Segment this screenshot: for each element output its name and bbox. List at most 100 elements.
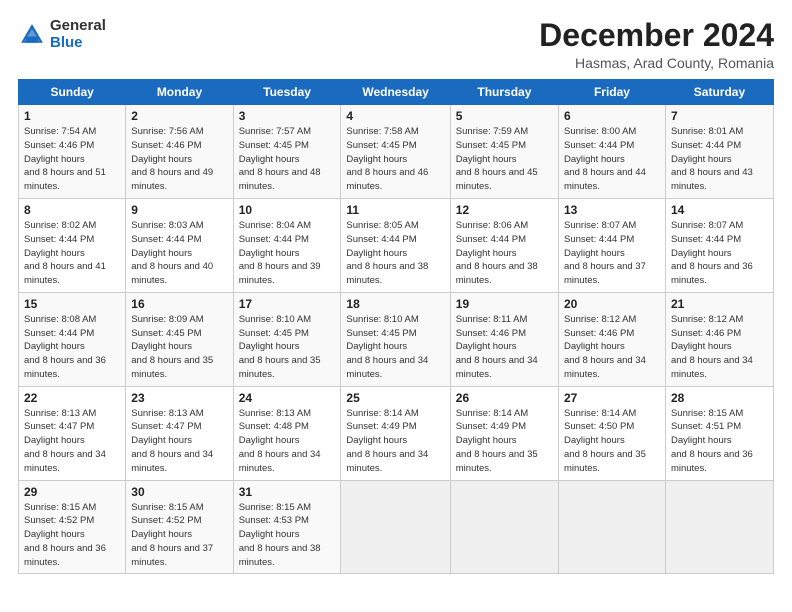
day-number: 14 [671,203,768,217]
calendar-cell: 1 Sunrise: 7:54 AMSunset: 4:46 PMDayligh… [19,105,126,199]
day-number: 20 [564,297,660,311]
logo-icon [18,21,46,49]
day-number: 27 [564,391,660,405]
col-header-wednesday: Wednesday [341,80,450,105]
calendar-cell: 17 Sunrise: 8:10 AMSunset: 4:45 PMDaylig… [233,292,341,386]
day-number: 4 [346,109,444,123]
day-number: 16 [131,297,227,311]
col-header-monday: Monday [126,80,233,105]
header: General Blue December 2024 Hasmas, Arad … [18,18,774,71]
day-detail: Sunrise: 8:01 AMSunset: 4:44 PMDaylight … [671,126,753,192]
day-number: 7 [671,109,768,123]
calendar-table: SundayMondayTuesdayWednesdayThursdayFrid… [18,79,774,574]
calendar-cell: 3 Sunrise: 7:57 AMSunset: 4:45 PMDayligh… [233,105,341,199]
calendar-subtitle: Hasmas, Arad County, Romania [539,55,774,71]
day-detail: Sunrise: 8:08 AMSunset: 4:44 PMDaylight … [24,314,106,380]
day-number: 18 [346,297,444,311]
col-header-friday: Friday [559,80,666,105]
day-detail: Sunrise: 8:07 AMSunset: 4:44 PMDaylight … [671,220,753,286]
calendar-cell: 10 Sunrise: 8:04 AMSunset: 4:44 PMDaylig… [233,199,341,293]
calendar-cell: 15 Sunrise: 8:08 AMSunset: 4:44 PMDaylig… [19,292,126,386]
calendar-week-row: 1 Sunrise: 7:54 AMSunset: 4:46 PMDayligh… [19,105,774,199]
logo-general-text: General [50,18,106,35]
day-detail: Sunrise: 8:13 AMSunset: 4:48 PMDaylight … [239,408,321,474]
calendar-cell: 12 Sunrise: 8:06 AMSunset: 4:44 PMDaylig… [450,199,558,293]
calendar-cell: 25 Sunrise: 8:14 AMSunset: 4:49 PMDaylig… [341,386,450,480]
day-number: 1 [24,109,120,123]
day-number: 31 [239,485,336,499]
day-number: 10 [239,203,336,217]
day-detail: Sunrise: 8:06 AMSunset: 4:44 PMDaylight … [456,220,538,286]
col-header-thursday: Thursday [450,80,558,105]
calendar-cell: 19 Sunrise: 8:11 AMSunset: 4:46 PMDaylig… [450,292,558,386]
logo-blue-text: Blue [50,35,106,52]
calendar-cell: 7 Sunrise: 8:01 AMSunset: 4:44 PMDayligh… [665,105,773,199]
calendar-cell: 14 Sunrise: 8:07 AMSunset: 4:44 PMDaylig… [665,199,773,293]
day-number: 28 [671,391,768,405]
day-detail: Sunrise: 8:14 AMSunset: 4:49 PMDaylight … [456,408,538,474]
day-detail: Sunrise: 8:07 AMSunset: 4:44 PMDaylight … [564,220,646,286]
calendar-cell: 11 Sunrise: 8:05 AMSunset: 4:44 PMDaylig… [341,199,450,293]
calendar-cell: 27 Sunrise: 8:14 AMSunset: 4:50 PMDaylig… [559,386,666,480]
day-detail: Sunrise: 7:54 AMSunset: 4:46 PMDaylight … [24,126,106,192]
calendar-cell: 23 Sunrise: 8:13 AMSunset: 4:47 PMDaylig… [126,386,233,480]
day-number: 2 [131,109,227,123]
day-detail: Sunrise: 8:04 AMSunset: 4:44 PMDaylight … [239,220,321,286]
col-header-sunday: Sunday [19,80,126,105]
day-detail: Sunrise: 8:15 AMSunset: 4:53 PMDaylight … [239,502,321,568]
day-detail: Sunrise: 8:13 AMSunset: 4:47 PMDaylight … [24,408,106,474]
calendar-cell: 13 Sunrise: 8:07 AMSunset: 4:44 PMDaylig… [559,199,666,293]
calendar-cell: 2 Sunrise: 7:56 AMSunset: 4:46 PMDayligh… [126,105,233,199]
day-detail: Sunrise: 8:10 AMSunset: 4:45 PMDaylight … [239,314,321,380]
calendar-header-row: SundayMondayTuesdayWednesdayThursdayFrid… [19,80,774,105]
calendar-cell [559,480,666,574]
calendar-week-row: 29 Sunrise: 8:15 AMSunset: 4:52 PMDaylig… [19,480,774,574]
day-number: 23 [131,391,227,405]
day-number: 8 [24,203,120,217]
logo: General Blue [18,18,106,51]
day-number: 25 [346,391,444,405]
day-number: 30 [131,485,227,499]
day-detail: Sunrise: 8:14 AMSunset: 4:49 PMDaylight … [346,408,428,474]
calendar-cell: 29 Sunrise: 8:15 AMSunset: 4:52 PMDaylig… [19,480,126,574]
title-block: December 2024 Hasmas, Arad County, Roman… [539,18,774,71]
calendar-cell: 26 Sunrise: 8:14 AMSunset: 4:49 PMDaylig… [450,386,558,480]
day-detail: Sunrise: 8:12 AMSunset: 4:46 PMDaylight … [564,314,646,380]
logo-text: General Blue [50,18,106,51]
day-detail: Sunrise: 8:02 AMSunset: 4:44 PMDaylight … [24,220,106,286]
day-number: 6 [564,109,660,123]
day-number: 21 [671,297,768,311]
calendar-cell: 6 Sunrise: 8:00 AMSunset: 4:44 PMDayligh… [559,105,666,199]
calendar-week-row: 15 Sunrise: 8:08 AMSunset: 4:44 PMDaylig… [19,292,774,386]
calendar-cell [341,480,450,574]
calendar-cell [450,480,558,574]
day-number: 13 [564,203,660,217]
day-detail: Sunrise: 8:12 AMSunset: 4:46 PMDaylight … [671,314,753,380]
day-number: 5 [456,109,553,123]
day-detail: Sunrise: 8:15 AMSunset: 4:52 PMDaylight … [131,502,213,568]
day-detail: Sunrise: 8:00 AMSunset: 4:44 PMDaylight … [564,126,646,192]
day-detail: Sunrise: 8:15 AMSunset: 4:51 PMDaylight … [671,408,753,474]
day-detail: Sunrise: 8:09 AMSunset: 4:45 PMDaylight … [131,314,213,380]
page: General Blue December 2024 Hasmas, Arad … [0,0,792,612]
calendar-cell: 21 Sunrise: 8:12 AMSunset: 4:46 PMDaylig… [665,292,773,386]
day-detail: Sunrise: 7:59 AMSunset: 4:45 PMDaylight … [456,126,538,192]
day-detail: Sunrise: 7:57 AMSunset: 4:45 PMDaylight … [239,126,321,192]
calendar-cell: 4 Sunrise: 7:58 AMSunset: 4:45 PMDayligh… [341,105,450,199]
calendar-cell: 18 Sunrise: 8:10 AMSunset: 4:45 PMDaylig… [341,292,450,386]
day-number: 12 [456,203,553,217]
day-detail: Sunrise: 8:03 AMSunset: 4:44 PMDaylight … [131,220,213,286]
calendar-cell [665,480,773,574]
day-number: 24 [239,391,336,405]
day-number: 3 [239,109,336,123]
day-number: 29 [24,485,120,499]
day-detail: Sunrise: 7:58 AMSunset: 4:45 PMDaylight … [346,126,428,192]
day-number: 9 [131,203,227,217]
day-detail: Sunrise: 8:10 AMSunset: 4:45 PMDaylight … [346,314,428,380]
col-header-tuesday: Tuesday [233,80,341,105]
day-detail: Sunrise: 8:11 AMSunset: 4:46 PMDaylight … [456,314,538,380]
calendar-cell: 22 Sunrise: 8:13 AMSunset: 4:47 PMDaylig… [19,386,126,480]
day-number: 11 [346,203,444,217]
calendar-cell: 28 Sunrise: 8:15 AMSunset: 4:51 PMDaylig… [665,386,773,480]
day-number: 26 [456,391,553,405]
